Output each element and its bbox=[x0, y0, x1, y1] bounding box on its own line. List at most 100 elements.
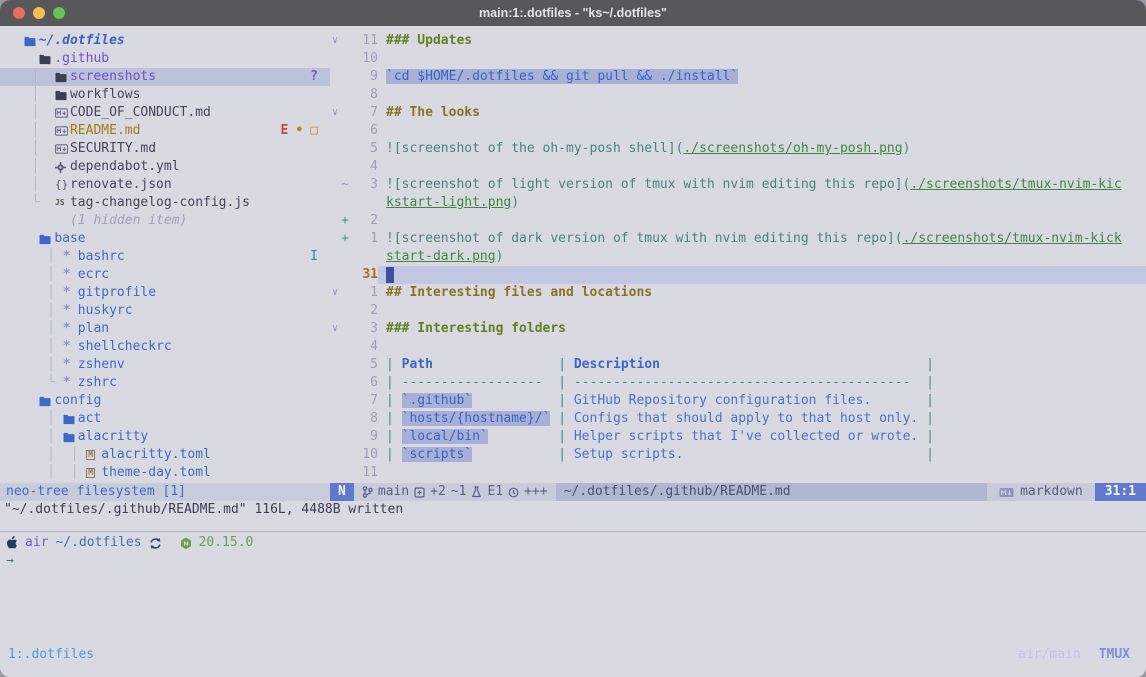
tree-item-alacritty[interactable]: │ alacritty bbox=[0, 428, 330, 446]
fold-marker[interactable] bbox=[330, 446, 340, 464]
editor-line[interactable]: 8 bbox=[330, 86, 1146, 104]
editor-line[interactable]: 9`cd $HOME/.dotfiles && git pull && ./in… bbox=[330, 68, 1146, 86]
tree-guide: └ bbox=[8, 194, 55, 212]
fold-marker[interactable] bbox=[330, 302, 340, 320]
editor-line[interactable]: ∨3### Interesting folders bbox=[330, 320, 1146, 338]
fold-marker[interactable] bbox=[330, 428, 340, 446]
editor-line[interactable]: 4 bbox=[330, 338, 1146, 356]
tree-item-config[interactable]: config bbox=[0, 392, 330, 410]
fold-marker[interactable] bbox=[330, 392, 340, 410]
editor-line[interactable]: +2 bbox=[330, 212, 1146, 230]
tree-item-shellcheckrc[interactable]: │ *shellcheckrc bbox=[0, 338, 330, 356]
fold-marker[interactable] bbox=[330, 140, 340, 158]
fold-marker[interactable] bbox=[330, 410, 340, 428]
git-sign bbox=[340, 68, 350, 86]
editor-line[interactable]: ∨11### Updates bbox=[330, 32, 1146, 50]
editor-line[interactable]: kstart-light.png) bbox=[330, 194, 1146, 212]
fold-marker[interactable] bbox=[330, 158, 340, 176]
line-text: | ------------------ | -----------------… bbox=[378, 374, 1146, 392]
fold-marker[interactable] bbox=[330, 266, 340, 284]
editor-line[interactable]: ~3![screenshot of light version of tmux … bbox=[330, 176, 1146, 194]
tree-item-code-of-conduct-md[interactable]: │ CODE_OF_CONDUCT.md bbox=[0, 104, 330, 122]
editor-line[interactable]: 5![screenshot of the oh-my-posh shell](.… bbox=[330, 140, 1146, 158]
neo-tree-panel[interactable]: ~/.dotfiles .github │ screenshots? │ wor… bbox=[0, 26, 330, 483]
tree-item-plan[interactable]: │ *plan bbox=[0, 320, 330, 338]
diagnostics-count: E1 bbox=[487, 483, 503, 501]
fold-marker[interactable] bbox=[330, 356, 340, 374]
editor-line[interactable]: +1![screenshot of dark version of tmux w… bbox=[330, 230, 1146, 248]
tmux-window-tab[interactable]: 1:.dotfiles bbox=[8, 646, 94, 664]
prompt-path: ~/.dotfiles bbox=[55, 534, 141, 552]
fold-marker[interactable] bbox=[330, 374, 340, 392]
tree-item-alacritty-toml[interactable]: │ │ Malacritty.toml bbox=[0, 446, 330, 464]
braces-icon: {} bbox=[55, 176, 68, 194]
fold-marker[interactable]: ∨ bbox=[330, 104, 340, 122]
line-number bbox=[350, 194, 378, 212]
editor-line[interactable]: 2 bbox=[330, 302, 1146, 320]
tree-item-label: alacritty bbox=[78, 428, 148, 446]
tree-item-label: plan bbox=[78, 320, 109, 338]
fold-marker[interactable] bbox=[330, 248, 340, 266]
editor-line[interactable]: 5| Path | Description | bbox=[330, 356, 1146, 374]
tree-item-ecrc[interactable]: │ *ecrc bbox=[0, 266, 330, 284]
fold-marker[interactable] bbox=[330, 464, 340, 482]
tree-guide: │ bbox=[8, 104, 55, 122]
editor-current-line[interactable]: 31 bbox=[330, 266, 1146, 284]
tree-item-renovate-json[interactable]: │ {}renovate.json bbox=[0, 176, 330, 194]
fold-marker[interactable] bbox=[330, 194, 340, 212]
tree-item-act[interactable]: │ act bbox=[0, 410, 330, 428]
tree-item-security-md[interactable]: │ SECURITY.md bbox=[0, 140, 330, 158]
editor-line[interactable]: 10 bbox=[330, 50, 1146, 68]
fold-marker[interactable]: ∨ bbox=[330, 320, 340, 338]
fold-marker[interactable] bbox=[330, 230, 340, 248]
fold-marker[interactable]: ∨ bbox=[330, 32, 340, 50]
tree-item-gitprofile[interactable]: │ *gitprofile bbox=[0, 284, 330, 302]
tree-guide bbox=[8, 230, 39, 248]
editor-line[interactable]: 6| ------------------ | ----------------… bbox=[330, 374, 1146, 392]
tree-item-theme-day-toml[interactable]: │ │ Mtheme-day.toml bbox=[0, 464, 330, 482]
editor-line[interactable]: ∨7## The looks bbox=[330, 104, 1146, 122]
editor-line[interactable]: ∨1## Interesting files and locations bbox=[330, 284, 1146, 302]
editor-line[interactable]: 4 bbox=[330, 158, 1146, 176]
fold-marker[interactable] bbox=[330, 176, 340, 194]
fold-marker[interactable] bbox=[330, 338, 340, 356]
tree-guide: │ bbox=[8, 356, 63, 374]
line-text bbox=[378, 338, 1146, 356]
tree-item-tag-changelog-config-js[interactable]: └ JStag-changelog-config.js bbox=[0, 194, 330, 212]
tree-item--1-hidden-item-[interactable]: (1 hidden item) bbox=[0, 212, 330, 230]
filetype-segment: markdown bbox=[987, 483, 1095, 501]
fold-marker[interactable] bbox=[330, 86, 340, 104]
tree-item-label: (1 hidden item) bbox=[70, 212, 187, 230]
editor-line[interactable]: 6 bbox=[330, 122, 1146, 140]
shell-pane[interactable]: air ~/.dotfiles 20.15.0 → bbox=[0, 532, 1146, 570]
tree-item-huskyrc[interactable]: │ *huskyrc bbox=[0, 302, 330, 320]
tree-item-zshrc[interactable]: └ *zshrc bbox=[0, 374, 330, 392]
line-text: ### Updates bbox=[378, 32, 1146, 50]
tree-guide: │ │ bbox=[8, 464, 86, 482]
tree-item-dependabot-yml[interactable]: │ dependabot.yml bbox=[0, 158, 330, 176]
git-branch-icon bbox=[362, 486, 373, 498]
fold-marker[interactable] bbox=[330, 212, 340, 230]
editor-line[interactable]: 9| `local/bin` | Helper scripts that I'v… bbox=[330, 428, 1146, 446]
fold-marker[interactable]: ∨ bbox=[330, 284, 340, 302]
editor-line[interactable]: 8| `hosts/{hostname}/` | Configs that sh… bbox=[330, 410, 1146, 428]
tree-item--dotfiles[interactable]: ~/.dotfiles bbox=[0, 32, 330, 50]
tree-item-readme-md[interactable]: │ README.mdE•□ bbox=[0, 122, 330, 140]
tree-item-base[interactable]: base bbox=[0, 230, 330, 248]
fold-marker[interactable] bbox=[330, 68, 340, 86]
editor-line[interactable]: 10| `scripts` | Setup scripts. | bbox=[330, 446, 1146, 464]
tree-item-screenshots[interactable]: │ screenshots? bbox=[0, 68, 330, 86]
tree-item-workflows[interactable]: │ workflows bbox=[0, 86, 330, 104]
editor-line[interactable]: 11 bbox=[330, 464, 1146, 482]
fold-marker[interactable] bbox=[330, 50, 340, 68]
status-mark: E bbox=[281, 122, 289, 140]
tree-item-label: ~/.dotfiles bbox=[39, 32, 125, 50]
fold-marker[interactable] bbox=[330, 122, 340, 140]
editor-buffer[interactable]: ∨11### Updates109`cd $HOME/.dotfiles && … bbox=[330, 26, 1146, 483]
tree-item-bashrc[interactable]: │ *bashrcI bbox=[0, 248, 330, 266]
line-text bbox=[378, 266, 1146, 284]
tree-item-zshenv[interactable]: │ *zshenv bbox=[0, 356, 330, 374]
editor-line[interactable]: 7| `.github` | GitHub Repository configu… bbox=[330, 392, 1146, 410]
tree-item--github[interactable]: .github bbox=[0, 50, 330, 68]
editor-line[interactable]: start-dark.png) bbox=[330, 248, 1146, 266]
